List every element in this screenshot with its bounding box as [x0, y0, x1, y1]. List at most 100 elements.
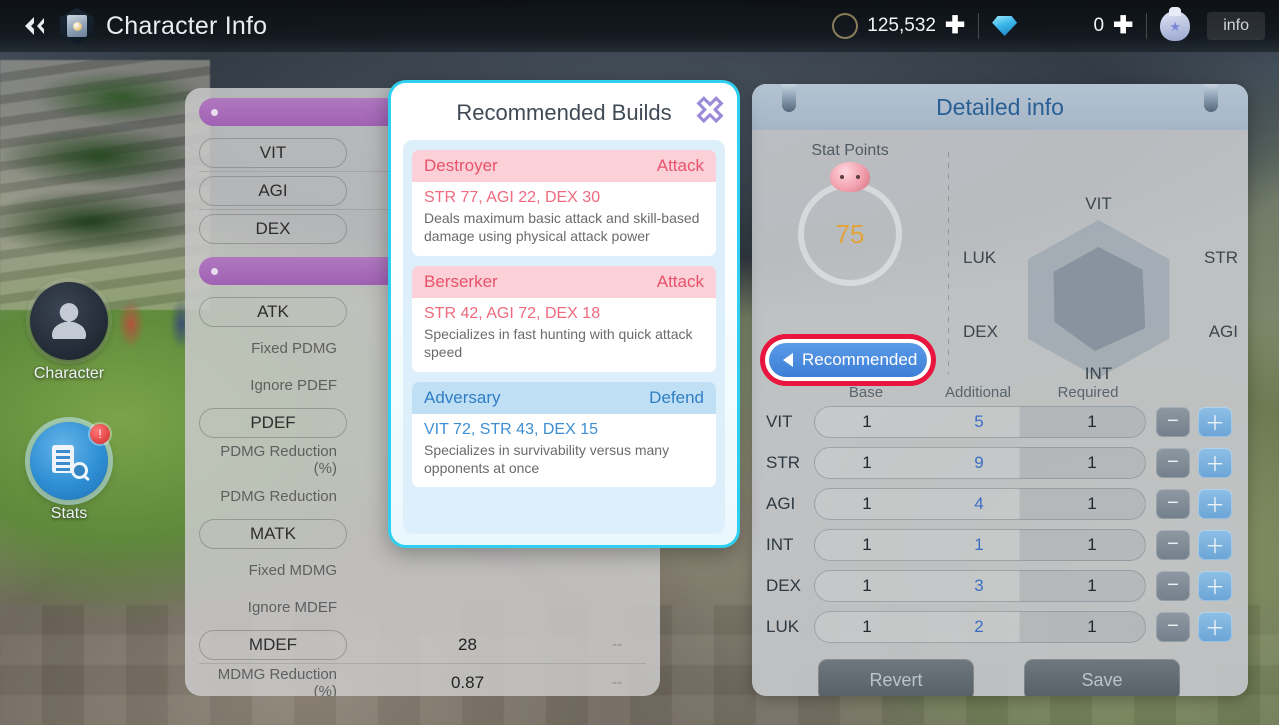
back-arrow-icon[interactable]: [18, 9, 52, 43]
minus-icon[interactable]: −: [1156, 447, 1190, 478]
stat-label: Ignore MDEF: [247, 599, 337, 616]
row-stat-name: AGI: [766, 493, 796, 513]
stat-row: MDEF 28 --: [185, 626, 660, 663]
stat-label: DEX: [199, 213, 347, 244]
stat-row: Fixed MDMG: [185, 552, 660, 589]
stat-label: Ignore PDEF: [250, 377, 337, 394]
header-dot-left: [211, 267, 218, 275]
cell-required: 1: [1087, 411, 1097, 431]
minus-icon[interactable]: −: [1156, 406, 1190, 437]
plus-icon[interactable]: ＋: [1198, 570, 1232, 601]
currency-bar: 125,532 ✚ 0 ✚ ★ info: [832, 0, 1279, 52]
radar-label-luk: LUK: [963, 248, 997, 267]
list-item[interactable]: Destroyer Attack STR 77, AGI 22, DEX 30 …: [412, 150, 716, 256]
cell-additional: 3: [974, 575, 984, 595]
detailed-info-header: Detailed info: [752, 84, 1248, 130]
cell-base: 1: [862, 411, 872, 431]
stat-points-ring: 75: [798, 162, 902, 286]
minus-icon[interactable]: −: [1156, 529, 1190, 560]
sidebar-item-character[interactable]: Character: [26, 282, 112, 383]
plus-icon[interactable]: ＋: [1198, 447, 1232, 478]
cell-required: 1: [1087, 616, 1097, 636]
row-stat-name: STR: [766, 452, 800, 472]
build-stats: STR 77, AGI 22, DEX 30: [424, 189, 601, 206]
stat-extra: --: [612, 636, 622, 653]
column-header-required: Required: [1057, 384, 1119, 401]
stat-label: VIT: [199, 137, 347, 168]
detailed-info-title: Detailed info: [936, 93, 1064, 120]
radar-label-dex: DEX: [963, 322, 998, 341]
sidebar-item-stats[interactable]: ! Stats: [26, 422, 112, 523]
stat-label: MDMG Reduction (%): [217, 665, 337, 697]
cell-required: 1: [1087, 452, 1097, 472]
stat-label: PDMG Reduction: [220, 488, 337, 505]
gold-plus-button[interactable]: ✚: [945, 14, 965, 38]
detailed-info-panel: Detailed info Stat Points 75 VIT STR AGI…: [752, 84, 1248, 696]
row-steppers: − ＋: [1156, 488, 1232, 519]
gem-plus-button[interactable]: ✚: [1113, 14, 1133, 38]
close-x-icon[interactable]: ✖: [693, 93, 727, 129]
info-button[interactable]: info: [1207, 12, 1265, 40]
radar-label-vit: VIT: [1085, 194, 1112, 213]
plus-icon[interactable]: ＋: [1198, 611, 1232, 642]
plus-icon[interactable]: ＋: [1198, 488, 1232, 519]
gem-group: 0 ✚: [992, 14, 1133, 38]
cell-base: 1: [862, 493, 872, 513]
plus-icon[interactable]: ＋: [1198, 529, 1232, 560]
build-description: Specializes in survivability versus many…: [424, 441, 670, 476]
table-row: VIT 1 5 1 − ＋: [766, 401, 1232, 442]
recommended-button[interactable]: Recommended: [769, 343, 927, 377]
diamond-icon: [992, 16, 1018, 36]
minus-icon[interactable]: −: [1156, 611, 1190, 642]
pouch-group[interactable]: ★ info: [1160, 7, 1265, 41]
build-name: Destroyer: [424, 156, 498, 175]
cell-base: 1: [862, 534, 872, 554]
row-steppers: − ＋: [1156, 570, 1232, 601]
save-button[interactable]: Save: [1024, 659, 1180, 696]
cell-additional: 1: [974, 534, 984, 554]
minus-icon[interactable]: −: [1156, 570, 1190, 601]
table-row: AGI 1 4 1 − ＋: [766, 483, 1232, 524]
table-row: DEX 1 3 1 − ＋: [766, 565, 1232, 606]
radar-label-int: INT: [1084, 364, 1113, 383]
row-stat-name: VIT: [766, 411, 793, 431]
row-values: 1 1 1: [814, 528, 1146, 561]
character-info-icon: [60, 8, 94, 44]
gem-amount: 0: [1093, 15, 1105, 36]
detailed-info-top: Stat Points 75 VIT STR AGI INT DEX LUK R…: [752, 130, 1248, 386]
radar-hexagon: [1027, 220, 1170, 378]
stats-document-search-icon: !: [30, 422, 110, 500]
stat-value: 28: [458, 634, 477, 654]
row-steppers: − ＋: [1156, 447, 1232, 478]
cell-base: 1: [862, 616, 872, 636]
stat-label: ATK: [199, 296, 347, 327]
stat-points-label: Stat Points: [811, 142, 889, 159]
modal-title: Recommended Builds: [456, 100, 672, 125]
stat-label: AGI: [199, 175, 347, 206]
builds-list: Destroyer Attack STR 77, AGI 22, DEX 30 …: [403, 140, 725, 534]
cell-additional: 2: [974, 616, 984, 636]
build-role: Defend: [649, 387, 704, 407]
recommended-button-wrapper: Recommended: [760, 334, 936, 386]
currency-divider-2: [1146, 13, 1148, 39]
action-buttons: Revert Save: [766, 659, 1232, 696]
cell-additional: 4: [974, 493, 984, 513]
radar-label-str: STR: [1204, 248, 1238, 267]
highlight-ring-inner: Recommended: [765, 339, 931, 381]
list-item[interactable]: Berserker Attack STR 42, AGI 72, DEX 18 …: [412, 265, 716, 372]
game-screen: Character Info 125,532 ✚ 0 ✚ ★ info Char…: [0, 0, 1279, 725]
build-card-header: Berserker Attack: [412, 265, 716, 298]
sidebar-item-label: Character: [33, 365, 105, 382]
list-item[interactable]: Adversary Defend VIT 72, STR 43, DEX 15 …: [412, 381, 716, 488]
slime-icon: [830, 162, 870, 192]
cell-required: 1: [1087, 534, 1097, 554]
revert-button[interactable]: Revert: [818, 659, 974, 696]
plus-icon[interactable]: ＋: [1198, 406, 1232, 437]
stat-radar-chart: VIT STR AGI INT DEX LUK: [949, 142, 1248, 383]
stat-allocation-table: Base Additional Required VIT 1 5 1 − ＋ S…: [752, 378, 1248, 696]
currency-divider-1: [978, 13, 980, 39]
notification-badge: !: [90, 424, 110, 444]
stat-label: PDMG Reduction (%): [220, 442, 337, 477]
stat-label: Fixed PDMG: [251, 340, 337, 357]
minus-icon[interactable]: −: [1156, 488, 1190, 519]
